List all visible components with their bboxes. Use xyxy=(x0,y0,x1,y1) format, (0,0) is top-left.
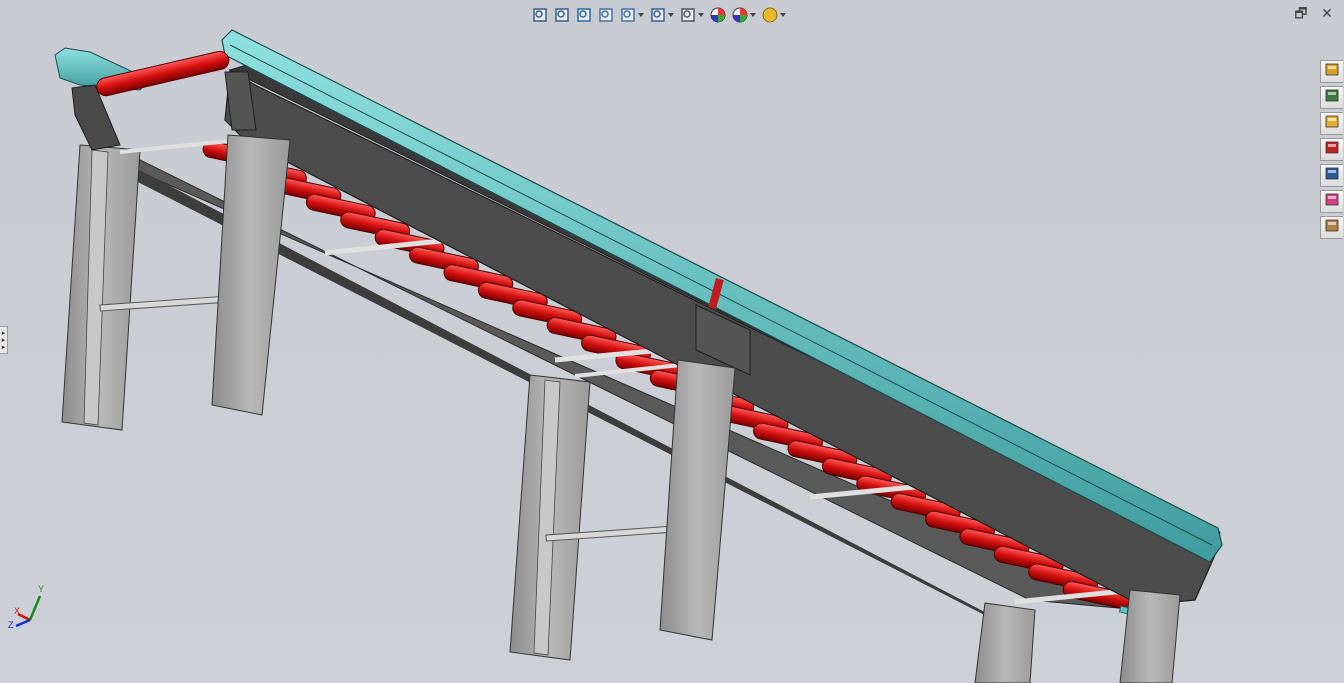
design-library-icon xyxy=(1324,87,1340,108)
reference-triad: Y X Z xyxy=(8,584,52,632)
task-pane-tabs xyxy=(1320,60,1344,239)
graphics-viewport[interactable] xyxy=(0,0,1344,683)
home-icon xyxy=(1324,61,1340,82)
view-settings-icon xyxy=(762,7,778,23)
view-palette-icon xyxy=(1324,139,1340,160)
appearances-icon xyxy=(1324,191,1340,212)
display-style-icon xyxy=(650,7,666,23)
task-pane-tab-appearances[interactable] xyxy=(1320,190,1343,213)
dropdown-arrow-icon xyxy=(638,13,644,17)
conveyor-model[interactable] xyxy=(0,0,1344,683)
triad-z-label: Z xyxy=(8,620,14,630)
view-heads-up-toolbar xyxy=(530,4,788,26)
restore-icon[interactable]: 🗗 xyxy=(1294,6,1308,20)
leg-front-right xyxy=(1119,589,1181,683)
view-orientation-icon xyxy=(620,7,636,23)
edit-appearance-button[interactable] xyxy=(708,5,728,25)
zoom-to-area-button[interactable] xyxy=(552,5,572,25)
leg-rear-right xyxy=(974,602,1036,683)
view-orientation-button[interactable] xyxy=(618,5,646,25)
section-view-icon xyxy=(598,7,614,23)
dropdown-arrow-icon xyxy=(698,13,704,17)
task-pane-tab-custom-properties[interactable] xyxy=(1320,164,1343,187)
document-recovery-icon xyxy=(1324,217,1340,238)
section-view-button[interactable] xyxy=(596,5,616,25)
dropdown-arrow-icon xyxy=(780,13,786,17)
apply-scene-icon xyxy=(732,7,748,23)
zoom-to-fit-button[interactable] xyxy=(530,5,550,25)
task-pane-tab-home[interactable] xyxy=(1320,60,1343,83)
task-pane-tab-document-recovery[interactable] xyxy=(1320,216,1343,239)
dropdown-arrow-icon xyxy=(750,13,756,17)
view-settings-button[interactable] xyxy=(760,5,788,25)
display-style-button[interactable] xyxy=(648,5,676,25)
task-pane-tab-design-library[interactable] xyxy=(1320,86,1343,109)
close-icon[interactable]: ✕ xyxy=(1320,6,1334,20)
dropdown-arrow-icon xyxy=(668,13,674,17)
task-pane-tab-file-explorer[interactable] xyxy=(1320,112,1343,135)
hide-show-items-button[interactable] xyxy=(678,5,706,25)
previous-view-button[interactable] xyxy=(574,5,594,25)
leg-front-left xyxy=(211,134,291,416)
zoom-to-fit-icon xyxy=(532,7,548,23)
leg-mid-right xyxy=(659,359,736,641)
task-pane-tab-view-palette[interactable] xyxy=(1320,138,1343,161)
custom-properties-icon xyxy=(1324,165,1340,186)
previous-view-icon xyxy=(576,7,592,23)
triad-y-label: Y xyxy=(38,584,45,594)
leg-rear-left xyxy=(61,144,141,431)
file-explorer-icon xyxy=(1324,113,1340,134)
triad-x-label: X xyxy=(14,606,21,616)
window-controls: 🗗 ✕ xyxy=(1294,6,1334,20)
hide-show-items-icon xyxy=(680,7,696,23)
edit-appearance-icon xyxy=(710,7,726,23)
feature-tree-expand-tab[interactable]: ▸ ▸ ▸ xyxy=(0,326,8,354)
apply-scene-button[interactable] xyxy=(730,5,758,25)
zoom-to-area-icon xyxy=(554,7,570,23)
leg-mid-left xyxy=(509,374,591,661)
